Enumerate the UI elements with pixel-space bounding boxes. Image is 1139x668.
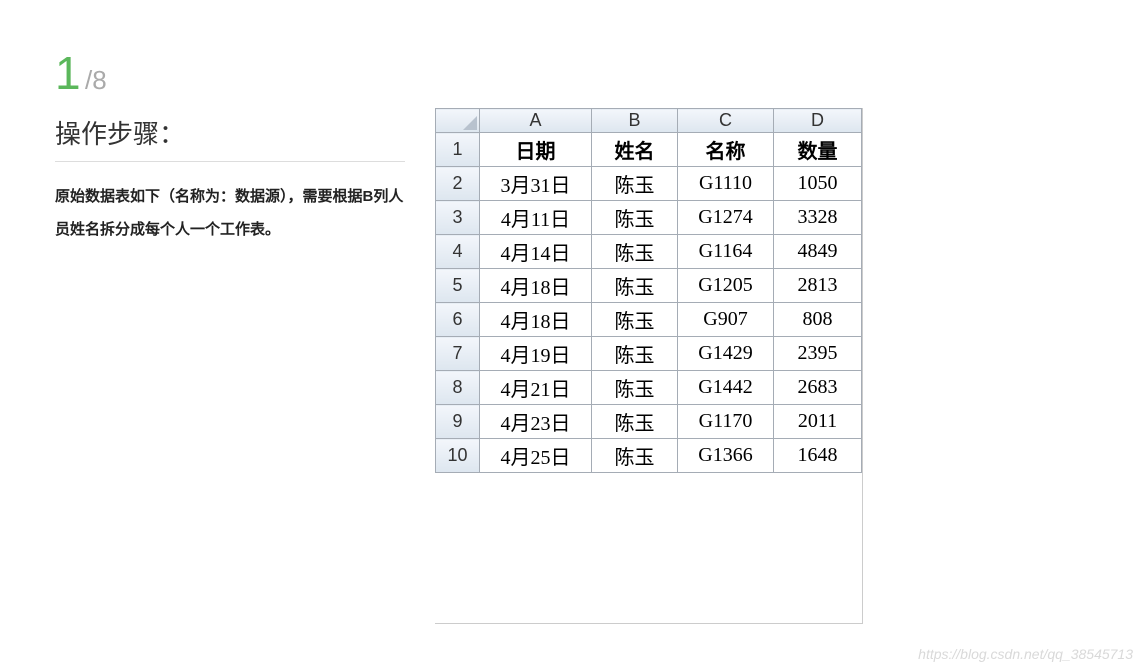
row-header[interactable]: 1 xyxy=(436,133,480,167)
cell[interactable]: 陈玉 xyxy=(592,201,678,235)
cell[interactable]: 姓名 xyxy=(592,133,678,167)
cell[interactable]: G1366 xyxy=(678,439,774,473)
cell[interactable]: 2683 xyxy=(774,371,862,405)
row-header[interactable]: 4 xyxy=(436,235,480,269)
step-current: 1 xyxy=(55,47,81,99)
cell[interactable]: G1205 xyxy=(678,269,774,303)
cell[interactable]: G1442 xyxy=(678,371,774,405)
cell[interactable]: G1274 xyxy=(678,201,774,235)
table-row: 5 4月18日 陈玉 G1205 2813 xyxy=(436,269,862,303)
col-header-d[interactable]: D xyxy=(774,109,862,133)
cell[interactable]: 4月14日 xyxy=(480,235,592,269)
cell[interactable]: 808 xyxy=(774,303,862,337)
table-row: 7 4月19日 陈玉 G1429 2395 xyxy=(436,337,862,371)
cell[interactable]: 4月23日 xyxy=(480,405,592,439)
row-header[interactable]: 2 xyxy=(436,167,480,201)
cell[interactable]: 2011 xyxy=(774,405,862,439)
column-header-row: A B C D xyxy=(436,109,862,133)
section-heading: 操作步骤： xyxy=(55,114,405,162)
row-header[interactable]: 6 xyxy=(436,303,480,337)
spreadsheet: A B C D 1 日期 姓名 名称 数量 2 3月31日 陈玉 G1110 1… xyxy=(435,108,862,473)
cell[interactable]: 2813 xyxy=(774,269,862,303)
table-row: 8 4月21日 陈玉 G1442 2683 xyxy=(436,371,862,405)
cell[interactable]: 4月25日 xyxy=(480,439,592,473)
cell[interactable]: G1110 xyxy=(678,167,774,201)
row-header[interactable]: 10 xyxy=(436,439,480,473)
cell[interactable]: G1170 xyxy=(678,405,774,439)
table-row: 3 4月11日 陈玉 G1274 3328 xyxy=(436,201,862,235)
row-header[interactable]: 3 xyxy=(436,201,480,235)
page-wrap: 1 /8 操作步骤： 原始数据表如下（名称为：数据源），需要根据B列人员姓名拆分… xyxy=(0,0,1139,624)
row-header[interactable]: 5 xyxy=(436,269,480,303)
cell[interactable]: G1429 xyxy=(678,337,774,371)
table-row: 2 3月31日 陈玉 G1110 1050 xyxy=(436,167,862,201)
watermark-text: https://blog.csdn.net/qq_38545713 xyxy=(918,646,1133,662)
row-header[interactable]: 9 xyxy=(436,405,480,439)
cell[interactable]: 陈玉 xyxy=(592,235,678,269)
col-header-c[interactable]: C xyxy=(678,109,774,133)
cell[interactable]: 4849 xyxy=(774,235,862,269)
cell[interactable]: 4月18日 xyxy=(480,269,592,303)
table-row: 6 4月18日 陈玉 G907 808 xyxy=(436,303,862,337)
table-row: 4 4月14日 陈玉 G1164 4849 xyxy=(436,235,862,269)
cell[interactable]: 4月19日 xyxy=(480,337,592,371)
cell[interactable]: 4月18日 xyxy=(480,303,592,337)
col-header-a[interactable]: A xyxy=(480,109,592,133)
cell[interactable]: G907 xyxy=(678,303,774,337)
row-header[interactable]: 8 xyxy=(436,371,480,405)
cell[interactable]: 陈玉 xyxy=(592,303,678,337)
cell[interactable]: 日期 xyxy=(480,133,592,167)
cell[interactable]: 1050 xyxy=(774,167,862,201)
cell[interactable]: 数量 xyxy=(774,133,862,167)
step-total: 8 xyxy=(92,65,106,95)
cell[interactable]: 陈玉 xyxy=(592,269,678,303)
left-pane: 1 /8 操作步骤： 原始数据表如下（名称为：数据源），需要根据B列人员姓名拆分… xyxy=(55,50,435,624)
select-all-triangle-icon xyxy=(463,116,477,130)
cell[interactable]: 4月11日 xyxy=(480,201,592,235)
col-header-b[interactable]: B xyxy=(592,109,678,133)
cell[interactable]: 陈玉 xyxy=(592,371,678,405)
cell[interactable]: 陈玉 xyxy=(592,405,678,439)
section-desc: 原始数据表如下（名称为：数据源），需要根据B列人员姓名拆分成每个人一个工作表。 xyxy=(55,180,405,246)
right-pane: A B C D 1 日期 姓名 名称 数量 2 3月31日 陈玉 G1110 1… xyxy=(435,50,863,624)
cell[interactable]: 1648 xyxy=(774,439,862,473)
spreadsheet-frame: A B C D 1 日期 姓名 名称 数量 2 3月31日 陈玉 G1110 1… xyxy=(435,108,863,624)
cell[interactable]: 陈玉 xyxy=(592,337,678,371)
cell[interactable]: 4月21日 xyxy=(480,371,592,405)
table-row: 9 4月23日 陈玉 G1170 2011 xyxy=(436,405,862,439)
step-indicator: 1 /8 xyxy=(55,50,405,96)
cell[interactable]: G1164 xyxy=(678,235,774,269)
cell[interactable]: 陈玉 xyxy=(592,167,678,201)
cell[interactable]: 2395 xyxy=(774,337,862,371)
table-row: 1 日期 姓名 名称 数量 xyxy=(436,133,862,167)
table-row: 10 4月25日 陈玉 G1366 1648 xyxy=(436,439,862,473)
row-header[interactable]: 7 xyxy=(436,337,480,371)
select-all-corner[interactable] xyxy=(436,109,480,133)
cell[interactable]: 3328 xyxy=(774,201,862,235)
cell[interactable]: 3月31日 xyxy=(480,167,592,201)
cell[interactable]: 陈玉 xyxy=(592,439,678,473)
cell[interactable]: 名称 xyxy=(678,133,774,167)
